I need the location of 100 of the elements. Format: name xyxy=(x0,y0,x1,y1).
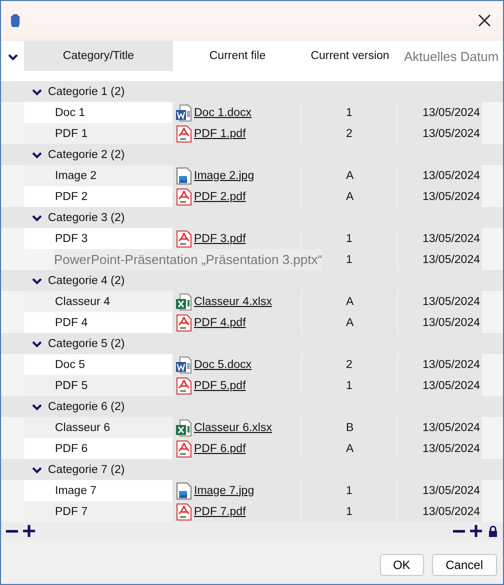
expand-chevron-icon[interactable] xyxy=(32,340,42,348)
version-cell: A xyxy=(302,186,398,207)
close-icon[interactable] xyxy=(478,14,491,26)
pdf-file-icon xyxy=(176,440,192,458)
ok-button[interactable]: OK xyxy=(380,554,424,576)
pdf-file-icon xyxy=(176,124,192,142)
file-link[interactable]: Image 2.jpg xyxy=(194,170,254,182)
version-cell: A xyxy=(302,165,398,186)
excel-file-icon xyxy=(176,292,192,310)
category-label: Categorie 1 (2) xyxy=(48,86,125,98)
date-cell: 13/05/2024 xyxy=(398,249,482,270)
file-link[interactable]: PDF 5.pdf xyxy=(194,380,246,392)
version-cell: 2 xyxy=(302,354,398,375)
title-cell: PDF 2 xyxy=(24,186,173,207)
date-cell: 13/05/2024 xyxy=(398,480,482,501)
file-link[interactable]: PDF 7.pdf xyxy=(194,506,246,518)
category-row[interactable]: Categorie 2 (2) xyxy=(1,144,503,165)
image-file-icon xyxy=(176,166,192,184)
category-label: Categorie 6 (2) xyxy=(48,400,125,412)
title-cell: PDF 4 xyxy=(24,312,173,333)
expand-chevron-icon[interactable] xyxy=(32,402,42,410)
date-cell: 13/05/2024 xyxy=(398,102,482,123)
file-link[interactable]: PDF 4.pdf xyxy=(194,316,246,328)
title-cell: Image 2 xyxy=(24,165,173,186)
version-cell: A xyxy=(302,438,398,459)
category-label: Categorie 2 (2) xyxy=(48,148,125,160)
file-link[interactable]: PDF 6.pdf xyxy=(194,442,246,454)
pdf-file-icon xyxy=(176,502,192,520)
version-cell: B xyxy=(302,417,398,438)
version-cell: 1 xyxy=(302,375,398,396)
version-cell: 1 xyxy=(302,480,398,501)
expand-chevron-icon[interactable] xyxy=(32,88,42,96)
date-cell: 13/05/2024 xyxy=(398,228,482,249)
version-cell: 1 xyxy=(302,102,398,123)
date-cell: 13/05/2024 xyxy=(398,186,482,207)
plus-icon[interactable] xyxy=(470,525,482,537)
title-cell: Doc 5 xyxy=(24,354,173,375)
plus-icon[interactable] xyxy=(23,525,35,537)
column-header[interactable]: Aktuelles Datum xyxy=(398,41,503,71)
category-row[interactable]: Categorie 3 (2) xyxy=(1,207,503,228)
date-cell: 13/05/2024 xyxy=(398,375,482,396)
expand-chevron-icon[interactable] xyxy=(32,276,42,284)
column-header[interactable]: Category/Title xyxy=(24,41,173,71)
date-cell: 13/05/2024 xyxy=(398,291,482,312)
version-cell: 1 xyxy=(302,501,398,522)
title-cell: Classeur 6 xyxy=(24,417,173,438)
file-link[interactable]: PDF 2.pdf xyxy=(194,190,246,202)
word-file-icon xyxy=(176,104,192,122)
version-cell: A xyxy=(302,312,398,333)
image-file-icon xyxy=(176,482,192,500)
date-cell: 13/05/2024 xyxy=(398,312,482,333)
version-cell: A xyxy=(302,291,398,312)
file-link[interactable]: Image 7.jpg xyxy=(194,484,254,496)
title-cell: PDF 3 xyxy=(24,228,173,249)
category-label: Categorie 5 (2) xyxy=(48,338,125,350)
title-cell: PDF 1 xyxy=(24,123,173,144)
category-row[interactable]: Categorie 7 (2) xyxy=(1,459,503,480)
date-cell: 13/05/2024 xyxy=(398,501,482,522)
version-cell: 1 xyxy=(302,228,398,249)
expand-all-chevron-icon[interactable] xyxy=(8,53,18,61)
file-link[interactable]: PDF 3.pdf xyxy=(194,232,246,244)
file-link[interactable]: PDF 1.pdf xyxy=(194,128,246,140)
title-cell: Doc 1 xyxy=(24,102,173,123)
expand-chevron-icon[interactable] xyxy=(32,214,42,222)
pdf-file-icon xyxy=(176,230,192,248)
date-cell: 13/05/2024 xyxy=(398,438,482,459)
drag-tooltip: PowerPoint-Präsentation „Präsentation 3.pptx“ xyxy=(54,249,322,270)
date-cell: 13/05/2024 xyxy=(398,417,482,438)
date-cell: 13/05/2024 xyxy=(398,165,482,186)
title-cell: Image 7 xyxy=(24,480,173,501)
file-link[interactable]: Classeur 4.xlsx xyxy=(194,296,272,308)
date-cell: 13/05/2024 xyxy=(398,123,482,144)
hand-icon xyxy=(10,13,22,27)
title-cell: PDF 5 xyxy=(24,375,173,396)
date-cell: 13/05/2024 xyxy=(398,354,482,375)
title-cell: Classeur 4 xyxy=(24,291,173,312)
pdf-file-icon xyxy=(176,376,192,394)
expand-chevron-icon[interactable] xyxy=(32,466,42,474)
title-cell: PDF 7 xyxy=(24,501,173,522)
pdf-file-icon xyxy=(176,188,192,206)
pdf-file-icon xyxy=(176,314,192,332)
column-header[interactable]: Current file xyxy=(173,41,302,71)
file-link[interactable]: Classeur 6.xlsx xyxy=(194,422,272,434)
category-label: Categorie 4 (2) xyxy=(48,274,125,286)
title-cell: PDF 6 xyxy=(24,438,173,459)
word-file-icon xyxy=(176,356,192,374)
category-row[interactable]: Categorie 6 (2) xyxy=(1,396,503,417)
file-link[interactable]: Doc 1.docx xyxy=(194,106,252,118)
category-label: Categorie 3 (2) xyxy=(48,212,125,224)
category-row[interactable]: Categorie 1 (2) xyxy=(1,81,503,102)
lock-icon[interactable] xyxy=(487,525,499,537)
column-header[interactable]: Current version xyxy=(302,41,398,71)
expand-chevron-icon[interactable] xyxy=(32,150,42,158)
cancel-button[interactable]: Cancel xyxy=(432,554,497,576)
excel-file-icon xyxy=(176,418,192,436)
file-link[interactable]: Doc 5.docx xyxy=(194,358,252,370)
category-label: Categorie 7 (2) xyxy=(48,464,125,476)
category-row[interactable]: Categorie 4 (2) xyxy=(1,270,503,291)
version-cell: 2 xyxy=(302,123,398,144)
category-row[interactable]: Categorie 5 (2) xyxy=(1,333,503,354)
